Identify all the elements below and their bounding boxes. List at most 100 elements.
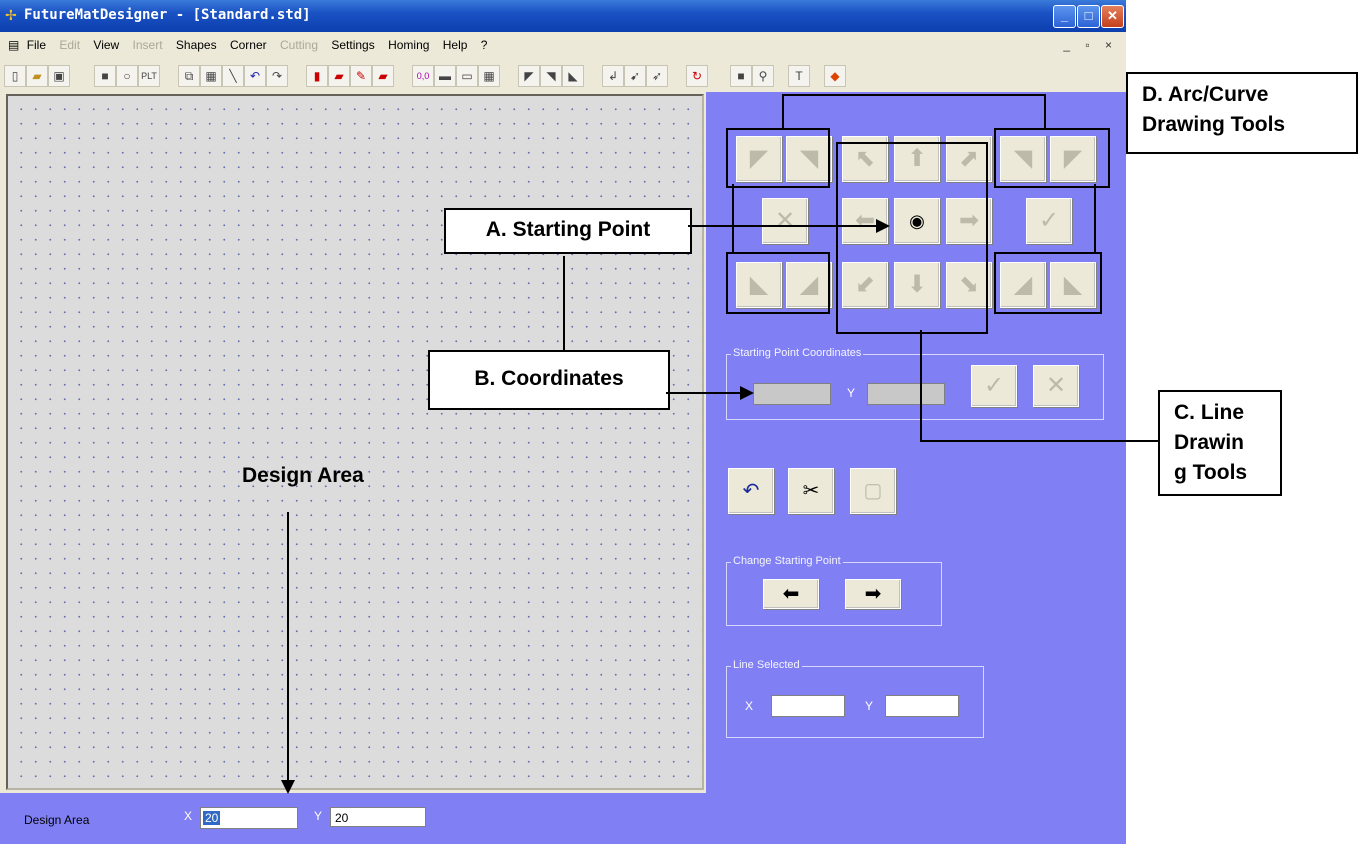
circle-icon[interactable]: ○	[116, 65, 138, 87]
menu-help[interactable]: Help	[443, 32, 468, 59]
paste-icon[interactable]: ▦	[200, 65, 222, 87]
save-icon[interactable]: ▣	[48, 65, 70, 87]
coords-ok-button[interactable]: ✓	[971, 365, 1017, 407]
callout-line-tools: C. Line Drawin g Tools	[1158, 390, 1282, 496]
undo-button[interactable]: ↶	[728, 468, 774, 514]
change-start-group: Change Starting Point ⬅ ➡	[726, 555, 942, 626]
starting-point-pointer-line	[688, 225, 878, 227]
window-title: FutureMatDesigner - [Standard.std]	[24, 7, 311, 23]
design-canvas[interactable]	[6, 94, 704, 790]
new-icon[interactable]: ▯	[4, 65, 26, 87]
arrow3-icon[interactable]: ➶	[646, 65, 668, 87]
callout-line-tools-line2: Drawin	[1174, 431, 1245, 454]
align-center-icon[interactable]: ▭	[456, 65, 478, 87]
corner2-icon[interactable]: ◥	[540, 65, 562, 87]
callout-coordinates: B. Coordinates	[428, 350, 670, 410]
status-bar: Design Area X 20 Y 20	[0, 793, 706, 844]
menu-bar: ▤ File Edit View Insert Shapes Corner Cu…	[0, 32, 1126, 60]
undo-icon[interactable]: ↶	[244, 65, 266, 87]
arc-tools-bracket-left	[782, 94, 784, 128]
redo-icon[interactable]: ↷	[266, 65, 288, 87]
arc-right-top-box	[994, 128, 1110, 188]
menu-shapes[interactable]: Shapes	[176, 32, 217, 59]
toolbar: ▯ ▰ ▣ ■ ○ PLT ⧉ ▦ ╲ ↶ ↷ ▮ ▰ ✎ ▰ 0,0 ▬ ▭ …	[0, 59, 1126, 93]
origin-icon[interactable]: 0,0	[412, 65, 434, 87]
line-icon[interactable]: ╲	[222, 65, 244, 87]
maximize-button[interactable]: □	[1077, 5, 1100, 28]
start-prev-button[interactable]: ⬅	[763, 579, 819, 609]
line-tools-vertical-connector	[920, 330, 922, 440]
corner3-icon[interactable]: ◣	[562, 65, 584, 87]
mdi-controls[interactable]: _ ▫ ×	[1063, 38, 1118, 52]
arc-left-connector	[732, 184, 734, 254]
menu-view[interactable]: View	[93, 32, 119, 59]
menu-insert[interactable]: Insert	[133, 32, 163, 59]
line-y-field[interactable]	[885, 695, 959, 717]
minimize-button[interactable]: _	[1053, 5, 1076, 28]
cut-button[interactable]: ✂	[788, 468, 834, 514]
import-icon[interactable]: ▮	[306, 65, 328, 87]
start-x-field[interactable]	[753, 383, 831, 405]
rectangle-icon[interactable]: ■	[94, 65, 116, 87]
line-x-label: X	[745, 699, 754, 713]
arrow1-icon[interactable]: ↲	[602, 65, 624, 87]
line-tools-box	[836, 142, 988, 334]
corner1-icon[interactable]: ◤	[518, 65, 540, 87]
arc-right-bottom-box	[994, 252, 1102, 314]
grid-icon[interactable]: ▦	[478, 65, 500, 87]
app-icon: ✢	[5, 7, 17, 23]
coordinates-group: Starting Point Coordinates Y ✓ ✕	[726, 347, 1104, 420]
doc-icon: ▤	[8, 38, 20, 52]
confirm-line-button[interactable]: ✓	[1026, 198, 1072, 244]
callout-arc-tools-line1: D. Arc/Curve	[1142, 83, 1269, 106]
folder-icon[interactable]: ▰	[328, 65, 350, 87]
status-label: Design Area	[24, 813, 90, 827]
status-x-value: 20	[203, 811, 221, 825]
line-tools-horizontal-connector	[920, 440, 1160, 442]
align-left-icon[interactable]: ▬	[434, 65, 456, 87]
page-icon[interactable]: ■	[730, 65, 752, 87]
start-y-field[interactable]	[867, 383, 945, 405]
starting-point-arrowhead	[876, 219, 890, 233]
menu-settings[interactable]: Settings	[331, 32, 374, 59]
coordinates-arrowhead	[740, 386, 754, 400]
line-selected-title: Line Selected	[731, 659, 802, 671]
callout-a-b-connector	[563, 256, 565, 352]
plt-icon[interactable]: PLT	[138, 65, 160, 87]
color-icon[interactable]: ◆	[824, 65, 846, 87]
title-bar: ✢ FutureMatDesigner - [Standard.std] _ □…	[0, 0, 1126, 32]
start-next-button[interactable]: ➡	[845, 579, 901, 609]
menu-about[interactable]: ?	[481, 32, 488, 59]
status-x-field[interactable]: 20	[200, 807, 298, 829]
line-x-field[interactable]	[771, 695, 845, 717]
line-y-label: Y	[865, 699, 874, 713]
arc-tools-bracket-right	[1044, 94, 1046, 128]
cancel-line-button[interactable]: ✕	[762, 198, 808, 244]
design-area-pointer-line	[287, 512, 289, 782]
arc-tools-bracket	[782, 94, 1046, 96]
start-y-label: Y	[847, 386, 856, 400]
arc-left-bottom-box	[726, 252, 830, 314]
close-button[interactable]: ✕	[1101, 5, 1124, 28]
arrow2-icon[interactable]: ➹	[624, 65, 646, 87]
export-icon[interactable]: ▰	[372, 65, 394, 87]
menu-corner[interactable]: Corner	[230, 32, 267, 59]
copy-icon[interactable]: ⧉	[178, 65, 200, 87]
edit-icon[interactable]: ✎	[350, 65, 372, 87]
round-corner-button[interactable]: ▢	[850, 468, 896, 514]
wrench-icon[interactable]: ⚲	[752, 65, 774, 87]
status-y-label: Y	[314, 809, 323, 823]
menu-file[interactable]: File	[27, 32, 46, 59]
coords-cancel-button[interactable]: ✕	[1033, 365, 1079, 407]
arc-right-connector	[1094, 184, 1096, 254]
menu-cutting[interactable]: Cutting	[280, 32, 318, 59]
text-icon[interactable]: T	[788, 65, 810, 87]
menu-edit[interactable]: Edit	[59, 32, 80, 59]
refresh-icon[interactable]: ↻	[686, 65, 708, 87]
menu-homing[interactable]: Homing	[388, 32, 429, 59]
coordinates-group-title: Starting Point Coordinates	[731, 347, 864, 359]
open-icon[interactable]: ▰	[26, 65, 48, 87]
status-y-field[interactable]: 20	[330, 807, 426, 827]
status-x-label: X	[184, 809, 193, 823]
line-selected-group: Line Selected X Y	[726, 659, 984, 738]
